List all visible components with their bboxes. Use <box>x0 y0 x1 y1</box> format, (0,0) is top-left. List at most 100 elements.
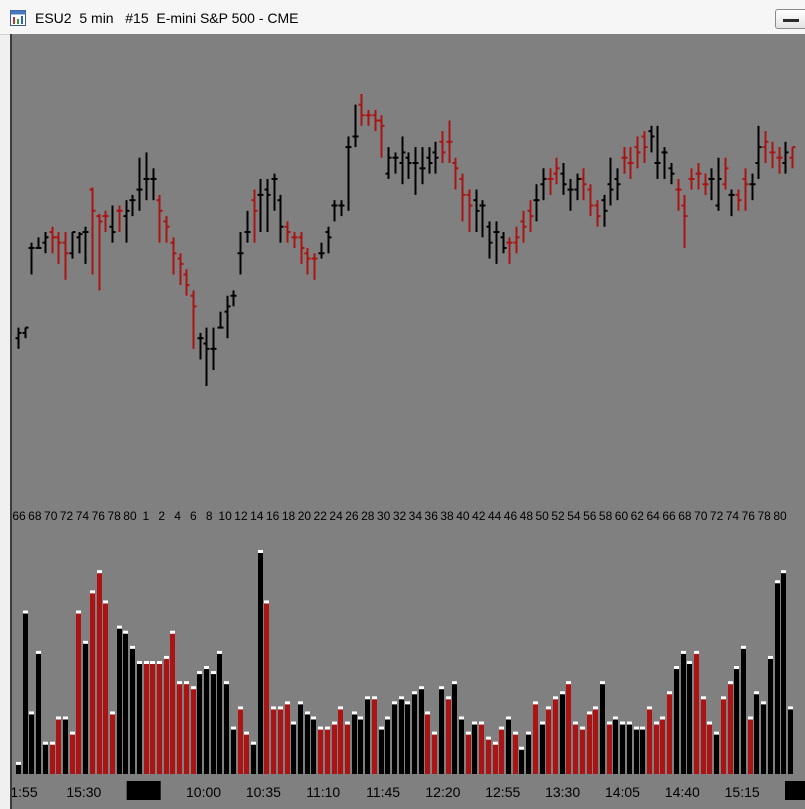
price-bar <box>473 189 480 233</box>
volume-bar <box>217 650 222 774</box>
volume-bar <box>251 741 256 774</box>
volume-bar-body <box>566 683 571 774</box>
volume-bar <box>761 701 766 774</box>
bar-count-label: 74 <box>76 509 90 523</box>
bar-count-label: 50 <box>536 509 550 523</box>
volume-bar <box>56 716 61 774</box>
volume-bar-cap <box>150 661 155 664</box>
price-bar <box>520 210 527 243</box>
volume-bar-body <box>714 733 719 774</box>
chart-area[interactable]: 66 68 70 72 74 76 78 80 1 2 4 6 8 10 12 14 16 18 20 22 24 26 2… <box>10 34 805 809</box>
volume-bar <box>425 711 430 774</box>
bar-count-label: 76 <box>92 509 106 523</box>
volume-bar-cap <box>332 721 337 725</box>
volume-bar-body <box>224 683 229 774</box>
price-bar <box>264 178 271 233</box>
volume-bar-cap <box>627 721 632 725</box>
price-bar <box>769 141 776 169</box>
volume-bar <box>681 650 686 774</box>
price-bar <box>728 189 735 217</box>
price-bar <box>722 157 729 190</box>
volume-bar-body <box>419 688 424 774</box>
price-bar <box>49 226 56 254</box>
volume-bar <box>479 721 484 774</box>
volume-bar-body <box>29 713 34 774</box>
volume-bar-body <box>211 673 216 774</box>
volume-bar <box>244 731 249 774</box>
price-volume-chart[interactable]: 66 68 70 72 74 76 78 80 1 2 4 6 8 10 12 14 16 18 20 22 24 26 2… <box>12 34 805 809</box>
volume-bar-cap <box>748 716 753 720</box>
volume-bar-cap <box>405 701 410 705</box>
volume-bar-cap <box>580 726 585 730</box>
volume-bar <box>365 696 370 774</box>
volume-bar <box>298 701 303 774</box>
volume-bar-cap <box>117 625 122 629</box>
volume-bar-cap <box>191 686 196 690</box>
volume-bar <box>177 681 182 774</box>
volume-bar-cap <box>600 681 605 685</box>
volume-bar-body <box>667 693 672 774</box>
price-bar <box>641 131 648 164</box>
price-bar <box>96 213 103 291</box>
volume-bar-body <box>674 668 679 774</box>
price-bar <box>190 290 197 349</box>
price-bar <box>432 141 439 174</box>
volume-bar-body <box>117 627 122 774</box>
volume-bar-body <box>446 698 451 774</box>
volume-bar-body <box>768 657 773 774</box>
volume-bar-body <box>352 713 357 774</box>
bar-count-label: 38 <box>440 509 454 523</box>
volume-bar-body <box>365 698 370 774</box>
price-bar <box>345 136 352 211</box>
volume-bar-cap <box>761 701 766 705</box>
volume-bar-body <box>103 602 108 774</box>
volume-bar <box>634 726 639 774</box>
price-bar <box>789 146 796 169</box>
bar-count-label: 22 <box>314 509 328 523</box>
price-bar <box>22 326 29 339</box>
volume-bar <box>707 721 712 774</box>
volume-bar <box>392 701 397 774</box>
price-bar <box>654 125 661 179</box>
volume-bar-body <box>607 723 612 774</box>
time-axis-label: 7-16 <box>126 781 161 800</box>
price-bar <box>284 221 291 243</box>
volume-bar-cap <box>399 696 404 700</box>
time-axis-label: 13:30 <box>545 784 580 800</box>
price-bar <box>776 147 783 174</box>
volume-bar <box>553 696 558 774</box>
price-bar <box>244 210 251 243</box>
volume-bar-cap <box>533 701 538 705</box>
volume-bar-body <box>16 763 21 774</box>
volume-bar-body <box>137 663 142 774</box>
volume-bar-body <box>707 723 712 774</box>
time-axis: 1:55 15:30 7-16 10:00 10:35 11:10 11:45 12:20 12… <box>12 781 805 800</box>
price-bar <box>143 152 150 201</box>
volume-bar-body <box>358 718 363 774</box>
price-bar <box>76 232 83 254</box>
price-bar <box>634 136 641 169</box>
time-axis-label: 12:20 <box>425 784 460 800</box>
bar-count-label: 60 <box>615 509 629 523</box>
bar-count-label: 26 <box>345 509 359 523</box>
volume-bar <box>352 711 357 774</box>
volume-bar-cap <box>305 711 310 715</box>
minimize-button[interactable] <box>775 9 805 29</box>
volume-bar <box>83 640 88 774</box>
bar-count-label: 32 <box>393 509 407 523</box>
price-bar <box>102 210 109 233</box>
volume-bar <box>459 716 464 774</box>
volume-bar-body <box>164 657 169 774</box>
volume-bar-body <box>231 728 236 774</box>
volume-bar-body <box>144 663 149 774</box>
price-bar <box>500 232 507 254</box>
time-label: 11:10 <box>306 784 340 800</box>
volume-bar-body <box>63 718 68 774</box>
bar-count-label: 12 <box>234 509 248 523</box>
price-bar <box>661 147 668 179</box>
bar-count-label: 72 <box>60 509 74 523</box>
volume-bar-body <box>634 728 639 774</box>
volume-bar-cap <box>613 716 618 720</box>
volume-bar <box>573 721 578 774</box>
price-bar <box>560 163 567 195</box>
